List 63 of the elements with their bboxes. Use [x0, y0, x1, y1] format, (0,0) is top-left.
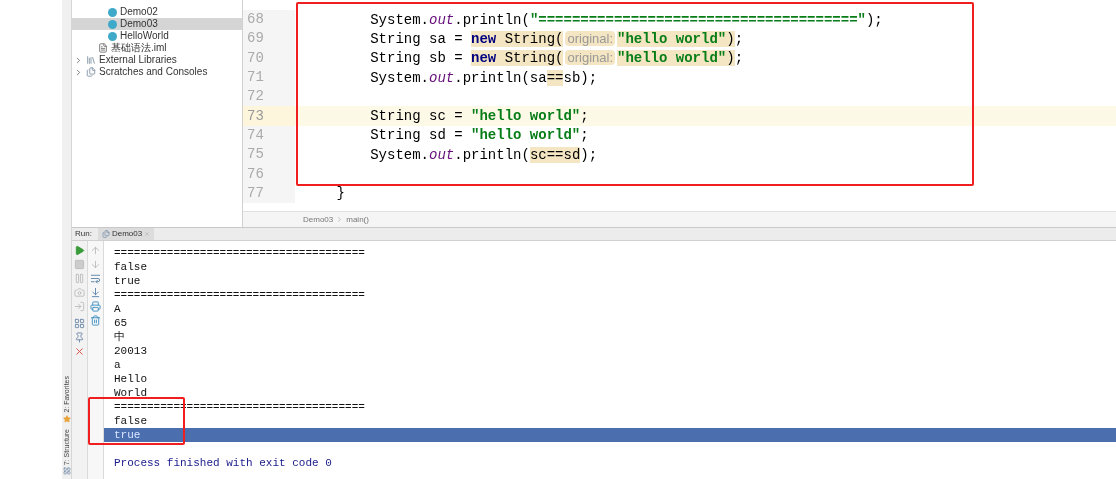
line-number: 72 — [243, 87, 295, 107]
code-line: String sc = "hello world"; — [369, 107, 589, 126]
console-line: a — [114, 357, 121, 373]
code-line: String sd = "hello world"; — [369, 126, 589, 145]
line-number: 76 — [243, 164, 295, 184]
stop-icon[interactable] — [74, 259, 85, 270]
pause-icon[interactable] — [74, 273, 85, 284]
line-number: 75 — [243, 145, 295, 165]
layout-icon[interactable] — [74, 318, 85, 329]
trash-icon[interactable] — [90, 315, 101, 326]
console-line: 20013 — [114, 343, 147, 359]
console-line: true — [114, 273, 141, 289]
file-icon — [98, 43, 108, 53]
code-line: } — [335, 184, 345, 203]
wrap-icon[interactable] — [90, 273, 101, 284]
console-line: A — [114, 301, 121, 317]
tree-item[interactable]: 基础语法.iml — [72, 42, 242, 54]
line-number: 70 — [243, 48, 295, 68]
console-line: true — [114, 427, 141, 443]
tree-item[interactable]: External Libraries — [72, 54, 242, 66]
run-tab[interactable]: Demo03 — [97, 228, 155, 240]
arrow-down-icon[interactable] — [90, 259, 101, 270]
console-line: Process finished with exit code 0 — [114, 455, 332, 471]
scroll-end-icon[interactable] — [90, 287, 101, 298]
breadcrumb-link[interactable]: Demo03 — [303, 213, 334, 226]
line-number: 69 — [243, 29, 295, 49]
console-line: 中 — [114, 329, 125, 345]
pin-icon[interactable] — [74, 332, 85, 343]
star-icon — [62, 414, 71, 423]
tree-item[interactable]: Demo02 — [72, 6, 242, 18]
close-icon[interactable] — [74, 346, 85, 357]
line-number: 77 — [243, 183, 295, 203]
structure-icon — [62, 467, 71, 475]
run-label: Run: — [75, 228, 92, 240]
console-line: World — [114, 385, 147, 401]
line-number: 73 — [243, 106, 295, 126]
console-line: false — [114, 413, 147, 429]
console-line: ====================================== — [114, 287, 365, 303]
tree-item[interactable]: HelloWorld — [72, 30, 242, 42]
code-line: System.out.println(sc==sd); — [369, 145, 598, 164]
line-number: 74 — [243, 125, 295, 146]
console-line: Hello — [114, 371, 147, 387]
tree-item[interactable]: Demo03 — [72, 18, 242, 30]
code-line: System.out.println("======================================"); — [369, 10, 883, 29]
library-icon — [86, 55, 96, 65]
separator-icon — [336, 216, 344, 224]
line-number: 68 — [243, 10, 295, 30]
console-line: ====================================== — [114, 245, 365, 261]
console-line: false — [114, 259, 147, 275]
tree-item[interactable]: Scratches and Consoles — [72, 66, 242, 78]
print-icon[interactable] — [90, 301, 101, 312]
exit-icon[interactable] — [74, 301, 85, 312]
code-line: System.out.println(sa==sb); — [369, 68, 598, 87]
console-icon — [101, 230, 110, 238]
code-line: String sb = new String( original: "hello world"); — [369, 49, 744, 68]
line-number: 71 — [243, 67, 295, 88]
camera-icon[interactable] — [74, 287, 85, 298]
breadcrumb-link[interactable]: main() — [346, 213, 369, 226]
scratches-icon — [86, 67, 96, 77]
console-line: 65 — [114, 315, 128, 331]
code-line: String sa = new String( original: "hello world"); — [369, 29, 744, 48]
run-icon[interactable] — [74, 245, 85, 256]
arrow-up-icon[interactable] — [90, 245, 101, 256]
